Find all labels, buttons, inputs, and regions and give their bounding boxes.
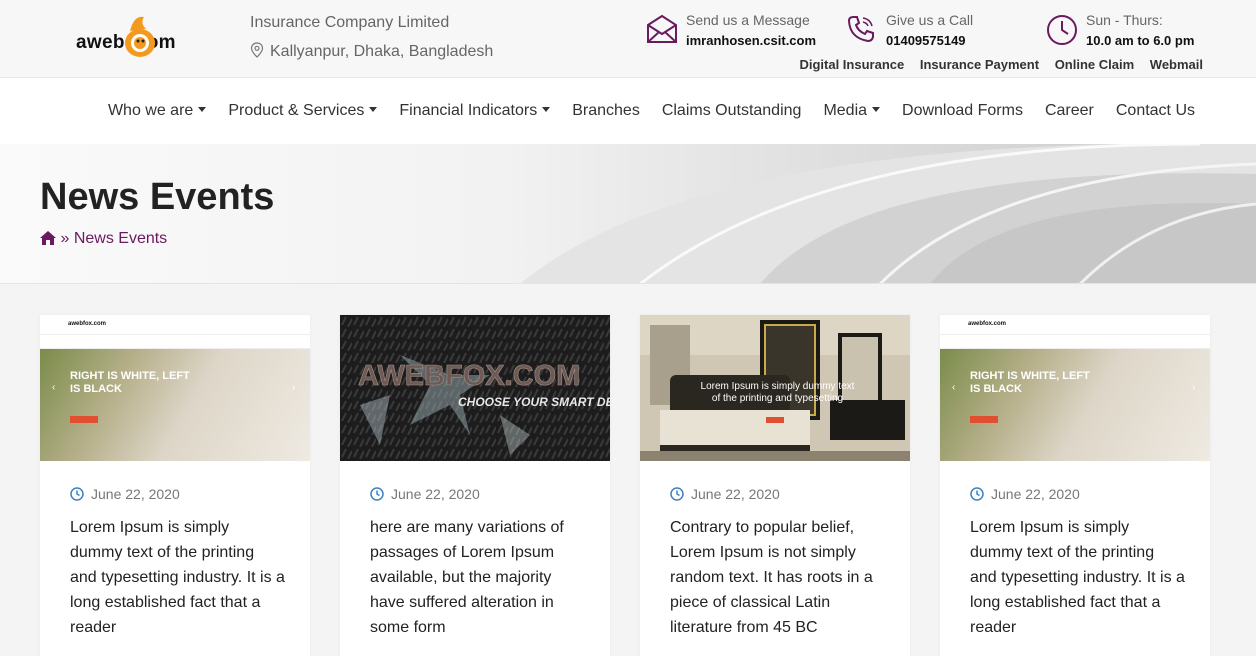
nav-item-download-forms[interactable]: Download Forms xyxy=(902,102,1023,120)
quick-links: Digital Insurance Insurance Payment Onli… xyxy=(787,57,1203,72)
news-date: June 22, 2020 xyxy=(70,486,180,502)
news-date: June 22, 2020 xyxy=(970,486,1080,502)
nav-item-who-we-are[interactable]: Who we are xyxy=(107,102,207,120)
contact-label: Give us a Call xyxy=(886,12,974,28)
quick-link-insurance-payment[interactable]: Insurance Payment xyxy=(920,57,1039,72)
news-date-text: June 22, 2020 xyxy=(691,486,780,502)
news-card-image[interactable]: awebfox.com RIGHT IS WHITE, LEFT IS BLAC… xyxy=(40,315,310,461)
company-name: Insurance Company Limited xyxy=(250,14,450,31)
thumbnail-headline: RIGHT IS WHITE, LEFT IS BLACK xyxy=(970,370,1090,395)
nav-item-label: Who we are xyxy=(107,102,194,119)
contact-value: 01409575149 xyxy=(886,33,966,48)
news-excerpt: Contrary to popular belief, Lorem Ipsum … xyxy=(670,519,873,636)
nav-item-label: Contact Us xyxy=(1115,102,1195,119)
nav-item-label: Media xyxy=(823,102,868,119)
phone-icon xyxy=(847,16,874,43)
contact-value: imranhosen.csit.com xyxy=(686,33,817,48)
thumbnail-headline: RIGHT IS WHITE, LEFT IS BLACK xyxy=(70,370,190,395)
news-card-image[interactable]: awebfox.com RIGHT IS WHITE, LEFT IS BLAC… xyxy=(940,315,1210,461)
news-card[interactable]: AWEBFOX.COM CHOOSE YOUR SMART DESIGN Jun… xyxy=(340,315,610,656)
news-excerpt: here are many variations of passages of … xyxy=(370,519,564,636)
caret-down-icon xyxy=(542,107,551,112)
news-card-image[interactable]: AWEBFOX.COM CHOOSE YOUR SMART DESIGN xyxy=(340,315,610,461)
clock-icon xyxy=(70,487,84,501)
page-title: News Events xyxy=(40,176,275,218)
banner-title: AWEBFOX.COM xyxy=(358,360,580,392)
slide-headline: Lorem Ipsum is simply dummy text of the … xyxy=(700,381,855,404)
website-thumbnail: awebfox.com RIGHT IS WHITE, LEFT IS BLAC… xyxy=(940,315,1210,461)
chevron-right-icon: › xyxy=(292,382,296,393)
location-pin-icon xyxy=(250,42,264,58)
thumbnail-slide xyxy=(40,349,310,461)
address-text: Kallyanpur, Dhaka, Bangladesh xyxy=(270,43,494,60)
thumbnail-header: awebfox.com xyxy=(940,315,1210,335)
news-excerpt: Lorem Ipsum is simply dummy text of the … xyxy=(70,519,285,636)
nav-item-contact-us[interactable]: Contact Us xyxy=(1116,102,1195,120)
news-date: June 22, 2020 xyxy=(670,486,780,502)
news-date: June 22, 2020 xyxy=(370,486,480,502)
nav-item-career[interactable]: Career xyxy=(1045,102,1094,120)
news-excerpt: Lorem Ipsum is simply dummy text of the … xyxy=(970,519,1185,636)
thumbnail-button xyxy=(970,416,998,423)
site-logo[interactable]: aweb .com xyxy=(76,10,200,62)
thumbnail-logo: awebfox.com xyxy=(68,321,107,327)
top-bar: aweb .com Insurance Company Limited Kall… xyxy=(0,0,1256,78)
nav-item-label: Branches xyxy=(572,102,640,119)
main-navbar: Who we are Product & Services Financial … xyxy=(0,78,1256,144)
caret-down-icon xyxy=(198,107,207,112)
slide-headline-wrap: Lorem Ipsum is simply dummy text of the … xyxy=(700,381,855,404)
chevron-right-icon: › xyxy=(1192,382,1196,393)
news-date-text: June 22, 2020 xyxy=(91,486,180,502)
news-card[interactable]: Lorem Ipsum is simply dummy text of the … xyxy=(640,315,910,656)
nav-item-claims-outstanding[interactable]: Claims Outstanding xyxy=(662,102,802,120)
quick-link-digital-insurance[interactable]: Digital Insurance xyxy=(799,57,904,72)
awebfox-banner-image: AWEBFOX.COM CHOOSE YOUR SMART DESIGN xyxy=(340,315,610,461)
news-card[interactable]: awebfox.com RIGHT IS WHITE, LEFT IS BLAC… xyxy=(40,315,310,656)
news-card[interactable]: awebfox.com RIGHT IS WHITE, LEFT IS BLAC… xyxy=(940,315,1210,656)
nav-item-media[interactable]: Media xyxy=(823,102,881,120)
caret-down-icon xyxy=(872,107,881,112)
chevron-left-icon: ‹ xyxy=(952,382,956,393)
clock-icon xyxy=(970,487,984,501)
bedroom-image: Lorem Ipsum is simply dummy text of the … xyxy=(640,315,910,461)
nav-item-branches[interactable]: Branches xyxy=(572,102,640,120)
contact-label: Sun - Thurs: xyxy=(1086,12,1163,28)
caret-down-icon xyxy=(369,107,378,112)
nav-item-financial-indicators[interactable]: Financial Indicators xyxy=(399,102,551,120)
nav-item-label: Claims Outstanding xyxy=(661,102,802,119)
clock-icon xyxy=(670,487,684,501)
page-banner: News Events » News Events xyxy=(0,144,1256,284)
nav-item-label: Financial Indicators xyxy=(399,102,538,119)
breadcrumb-current: News Events xyxy=(73,230,168,247)
company-address: Kallyanpur, Dhaka, Bangladesh xyxy=(250,42,493,61)
banner-subtitle: CHOOSE YOUR SMART DESIGN xyxy=(458,395,610,409)
news-date-text: June 22, 2020 xyxy=(991,486,1080,502)
nav-item-label: Career xyxy=(1044,102,1094,119)
envelope-icon xyxy=(647,14,677,43)
nav-item-label: Download Forms xyxy=(902,102,1023,119)
main-nav: Who we are Product & Services Financial … xyxy=(86,102,1195,120)
clock-icon xyxy=(1047,15,1077,45)
thumbnail-slide xyxy=(940,349,1210,461)
breadcrumb-separator: » xyxy=(60,230,70,247)
fox-logo-icon xyxy=(125,16,155,57)
contact-value: 10.0 am to 6.0 pm xyxy=(1086,33,1195,48)
clock-icon xyxy=(370,487,384,501)
breadcrumb: » News Events xyxy=(40,230,167,248)
thumbnail-button xyxy=(70,416,98,423)
home-icon[interactable] xyxy=(40,231,56,245)
news-date-text: June 22, 2020 xyxy=(391,486,480,502)
thumbnail-header: awebfox.com xyxy=(40,315,310,335)
nav-item-product-services[interactable]: Product & Services xyxy=(228,102,378,120)
nav-item-label: Product & Services xyxy=(228,102,365,119)
chevron-left-icon: ‹ xyxy=(52,382,56,393)
news-card-image[interactable]: Lorem Ipsum is simply dummy text of the … xyxy=(640,315,910,461)
thumbnail-logo: awebfox.com xyxy=(968,321,1007,327)
website-thumbnail: awebfox.com RIGHT IS WHITE, LEFT IS BLAC… xyxy=(40,315,310,461)
thumbnail-nav xyxy=(40,335,310,349)
contact-label: Send us a Message xyxy=(686,12,810,28)
quick-link-online-claim[interactable]: Online Claim xyxy=(1055,57,1134,72)
thumbnail-nav xyxy=(940,335,1210,349)
quick-link-webmail[interactable]: Webmail xyxy=(1150,57,1203,72)
